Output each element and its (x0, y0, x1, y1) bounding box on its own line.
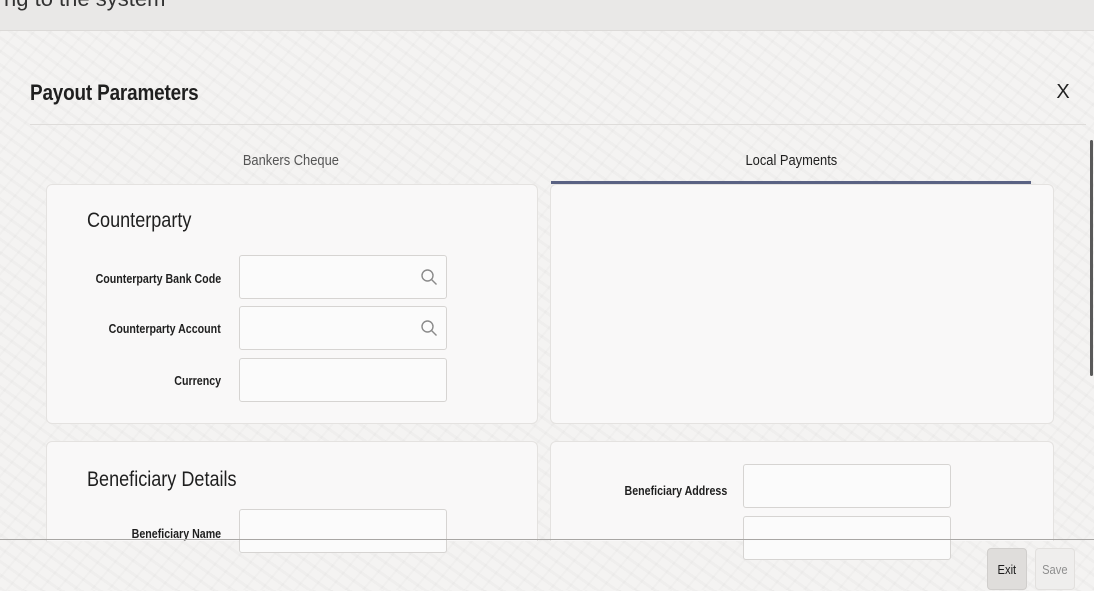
dialog-title: Payout Parameters (30, 80, 199, 105)
save-button[interactable]: Save (1035, 548, 1075, 590)
currency-field (239, 358, 447, 402)
local-payments-panel (550, 184, 1054, 424)
title-divider (30, 124, 1086, 125)
beneficiary-details-panel: Beneficiary Details Beneficiary Name (46, 441, 538, 553)
search-icon[interactable] (420, 268, 438, 286)
counterparty-heading: Counterparty (87, 209, 192, 232)
exit-button-label: Exit (997, 562, 1017, 577)
counterparty-account-input[interactable] (240, 307, 446, 349)
background-text-fragment: ng to the system (4, 0, 165, 12)
currency-input[interactable] (240, 359, 446, 401)
scrollbar-thumb[interactable] (1090, 140, 1093, 376)
currency-label: Currency (174, 373, 221, 388)
close-button[interactable]: X (1051, 80, 1075, 104)
beneficiary-address-line1-input[interactable] (744, 465, 950, 507)
counterparty-panel: Counterparty Counterparty Bank Code Coun… (46, 184, 538, 424)
beneficiary-details-heading: Beneficiary Details (87, 468, 237, 491)
tab-local-payments[interactable]: Local Payments (551, 140, 1031, 184)
tab-label: Local Payments (745, 152, 837, 169)
save-button-label: Save (1042, 562, 1068, 577)
counterparty-account-label: Counterparty Account (108, 321, 221, 336)
search-icon[interactable] (420, 319, 438, 337)
tab-bankers-cheque[interactable]: Bankers Cheque (46, 140, 536, 184)
tab-label: Bankers Cheque (242, 152, 340, 169)
beneficiary-address-label: Beneficiary Address (624, 483, 727, 498)
exit-button[interactable]: Exit (987, 548, 1027, 590)
beneficiary-address-panel: Beneficiary Address (550, 441, 1054, 560)
background-strip: ng to the system (0, 0, 1094, 31)
counterparty-account-field (239, 306, 447, 350)
beneficiary-address-line1-field (743, 464, 951, 508)
counterparty-bank-code-input[interactable] (240, 256, 446, 298)
counterparty-bank-code-label: Counterparty Bank Code (95, 271, 221, 286)
counterparty-bank-code-field (239, 255, 447, 299)
dialog-footer (0, 539, 1094, 591)
